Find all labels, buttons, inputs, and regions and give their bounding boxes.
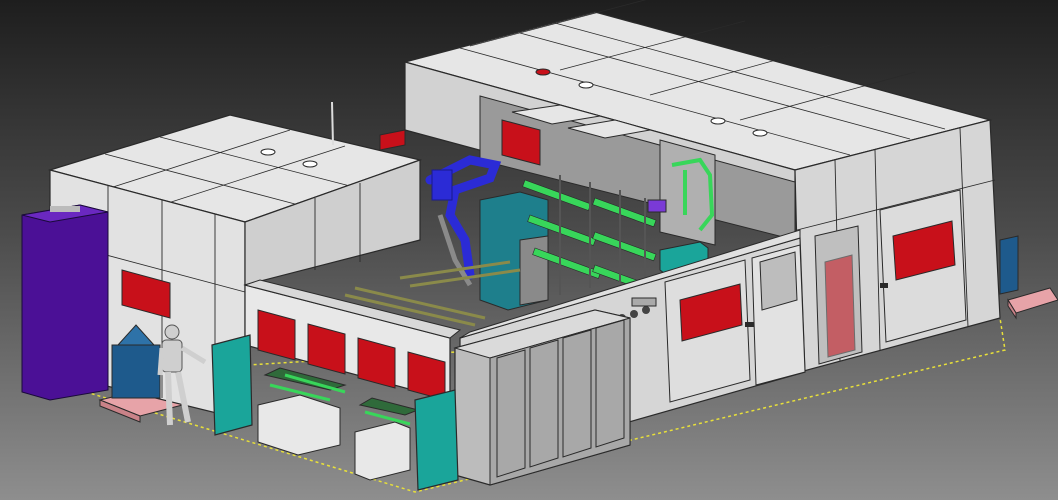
teal-door-left[interactable] [211,334,253,436]
teal-door-front[interactable] [414,389,459,491]
pallet-right [1007,287,1058,320]
roof-red-marker [379,129,406,151]
cad-viewport[interactable] [0,0,1058,500]
workstation-1 [257,367,347,456]
antenna-pole [331,101,334,146]
workstation-2 [354,397,420,481]
purple-cabinet [21,204,109,401]
cad-model-view[interactable] [0,0,1058,500]
side-cabinet-right [999,235,1019,295]
